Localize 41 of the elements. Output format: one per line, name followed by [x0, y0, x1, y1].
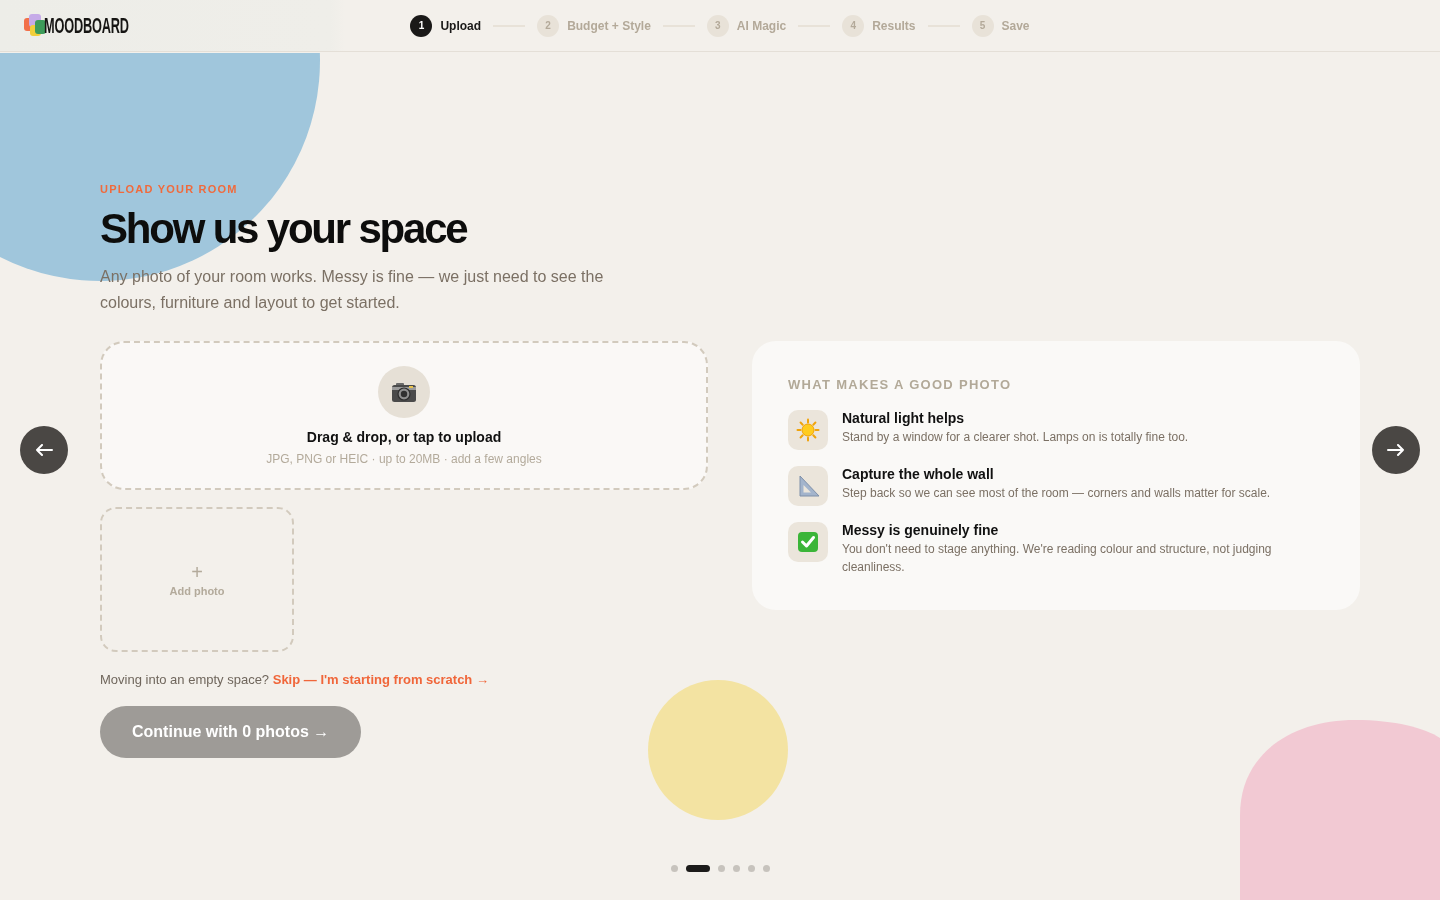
step-number: 5	[971, 14, 994, 37]
triangle-ruler-icon	[788, 466, 828, 506]
step-label: Budget + Style	[567, 17, 651, 35]
step-label: Upload	[440, 17, 482, 35]
pager-dot[interactable]	[670, 865, 678, 872]
pager-dot[interactable]	[732, 865, 740, 872]
logo-icon	[24, 13, 46, 38]
pager-dot[interactable]	[747, 865, 755, 872]
next-button[interactable]	[1372, 426, 1420, 474]
step-label: AI Magic	[736, 17, 787, 35]
tip-description: You don't need to stage anything. We're reading colour and structure, not judging cleanliness.	[842, 541, 1273, 576]
page-title: Show us your space	[100, 206, 468, 252]
dropzone-title: Drag & drop, or tap to upload	[306, 428, 502, 446]
skip-prompt: Moving into an empty space? Skip — I'm starting from scratch →	[100, 672, 490, 688]
step-label: Results	[872, 17, 916, 35]
step-number: 3	[706, 14, 729, 37]
upload-dropzone[interactable]: Drag & drop, or tap to upload JPG, PNG or HEIC · up to 20MB · add a few angles	[100, 341, 708, 490]
add-photo-button[interactable]: + Add photo	[100, 507, 294, 652]
step-number: 2	[537, 14, 560, 37]
dropzone-hint: JPG, PNG or HEIC · up to 20MB · add a few angles	[266, 451, 542, 467]
page-description: Any photo of your room works. Messy is fine — we just need to see the colours, furniture and layout to get started.	[100, 267, 605, 313]
tip-description: Stand by a window for a clearer shot. Lamps on is totally fine too.	[842, 429, 1189, 446]
step-number: 4	[842, 14, 865, 37]
tip-title: Messy is genuinely fine	[842, 521, 1000, 539]
pager-dot[interactable]	[717, 865, 725, 872]
sun-icon	[788, 410, 828, 450]
step-label: Save	[1001, 17, 1030, 35]
arrow-left-icon	[35, 444, 53, 456]
check-icon	[788, 522, 828, 562]
previous-button[interactable]	[20, 426, 68, 474]
skip-link[interactable]: Skip — I'm starting from scratch →	[272, 672, 489, 687]
tip-description: Step back so we can see most of the room — corners and walls matter for scale.	[842, 485, 1271, 502]
step-number: 1	[410, 14, 433, 37]
tip-title: Natural light helps	[842, 409, 966, 427]
arrow-right-icon	[1387, 444, 1405, 456]
logo-text: MOODBOARD	[44, 13, 129, 38]
camera-icon	[378, 366, 430, 418]
tip-title: Capture the whole wall	[842, 465, 995, 483]
tips-heading: WHAT MAKES A GOOD PHOTO	[788, 377, 1013, 393]
pager-dot[interactable]	[762, 865, 770, 872]
section-eyebrow: UPLOAD YOUR ROOM	[100, 182, 239, 196]
